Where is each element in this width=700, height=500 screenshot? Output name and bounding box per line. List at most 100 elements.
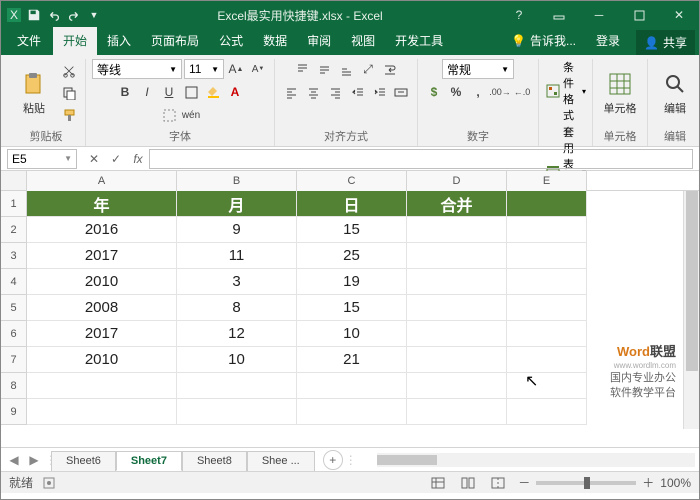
row-header-6[interactable]: 6 bbox=[1, 321, 27, 347]
view-normal-button[interactable] bbox=[428, 473, 448, 493]
share-button[interactable]: 👤共享 bbox=[636, 30, 695, 55]
cancel-fx-button[interactable]: ✕ bbox=[83, 149, 105, 169]
view-pagebreak-button[interactable] bbox=[488, 473, 508, 493]
row-header-9[interactable]: 9 bbox=[1, 399, 27, 425]
cell[interactable]: 2010 bbox=[27, 269, 177, 295]
cell[interactable]: 年 bbox=[27, 191, 177, 217]
cell[interactable] bbox=[407, 243, 507, 269]
col-header-B[interactable]: B bbox=[177, 171, 297, 191]
name-box[interactable]: E5▼ bbox=[7, 149, 77, 169]
cell[interactable] bbox=[507, 373, 587, 399]
comma-button[interactable]: , bbox=[468, 82, 488, 102]
minimize-button[interactable]: ─ bbox=[579, 1, 619, 29]
cell[interactable] bbox=[177, 399, 297, 425]
sheet-tab[interactable]: Sheet7 bbox=[116, 451, 182, 471]
cell[interactable]: 2008 bbox=[27, 295, 177, 321]
tab-layout[interactable]: 页面布局 bbox=[141, 27, 209, 55]
align-right-button[interactable] bbox=[325, 82, 345, 102]
align-center-button[interactable] bbox=[303, 82, 323, 102]
percent-button[interactable]: % bbox=[446, 82, 466, 102]
conditional-format-button[interactable]: 条件格式▾ bbox=[545, 59, 586, 123]
shrink-font-button[interactable]: A▼ bbox=[248, 59, 268, 79]
cell[interactable]: 15 bbox=[297, 295, 407, 321]
tab-dev[interactable]: 开发工具 bbox=[385, 27, 453, 55]
help-button[interactable]: ? bbox=[499, 1, 539, 29]
borders-dropdown[interactable] bbox=[159, 105, 179, 125]
decrease-indent-button[interactable] bbox=[347, 82, 367, 102]
decrease-decimal-button[interactable]: ←.0 bbox=[512, 82, 532, 102]
zoom-level[interactable]: 100% bbox=[660, 476, 691, 490]
align-middle-button[interactable] bbox=[314, 59, 334, 79]
tab-insert[interactable]: 插入 bbox=[97, 27, 141, 55]
view-layout-button[interactable] bbox=[458, 473, 478, 493]
fill-color-button[interactable] bbox=[203, 82, 223, 102]
cell[interactable]: 8 bbox=[177, 295, 297, 321]
cell[interactable]: 日 bbox=[297, 191, 407, 217]
bold-button[interactable]: B bbox=[115, 82, 135, 102]
cell[interactable]: 21 bbox=[297, 347, 407, 373]
row-header-5[interactable]: 5 bbox=[1, 295, 27, 321]
select-all-corner[interactable] bbox=[1, 171, 27, 190]
font-name-select[interactable]: 等线▼ bbox=[92, 59, 182, 79]
cell[interactable]: 12 bbox=[177, 321, 297, 347]
tab-home[interactable]: 开始 bbox=[53, 27, 97, 55]
col-header-D[interactable]: D bbox=[407, 171, 507, 191]
macro-record-icon[interactable] bbox=[43, 477, 55, 489]
cell[interactable]: 2016 bbox=[27, 217, 177, 243]
qat-more-icon[interactable]: ▼ bbox=[87, 8, 101, 22]
close-button[interactable]: ✕ bbox=[659, 1, 699, 29]
formula-input[interactable] bbox=[149, 149, 693, 169]
align-top-button[interactable] bbox=[292, 59, 312, 79]
vscroll-thumb[interactable] bbox=[686, 191, 698, 371]
fx-icon[interactable]: fx bbox=[127, 149, 149, 169]
hscroll-thumb[interactable] bbox=[377, 455, 437, 465]
cell[interactable] bbox=[297, 373, 407, 399]
format-painter-button[interactable] bbox=[59, 105, 79, 125]
add-sheet-button[interactable]: + bbox=[323, 450, 343, 470]
sheet-tab[interactable]: Shee ... bbox=[247, 451, 315, 471]
col-header-C[interactable]: C bbox=[297, 171, 407, 191]
row-header-4[interactable]: 4 bbox=[1, 269, 27, 295]
phonetic-button[interactable]: wén bbox=[181, 105, 201, 125]
cell[interactable] bbox=[507, 243, 587, 269]
cell[interactable]: 15 bbox=[297, 217, 407, 243]
align-left-button[interactable] bbox=[281, 82, 301, 102]
cell[interactable]: 合并 bbox=[407, 191, 507, 217]
vertical-scrollbar[interactable] bbox=[683, 191, 699, 429]
underline-button[interactable]: U bbox=[159, 82, 179, 102]
cell[interactable]: 10 bbox=[177, 347, 297, 373]
tab-view[interactable]: 视图 bbox=[341, 27, 385, 55]
font-color-button[interactable]: A bbox=[225, 82, 245, 102]
cell[interactable] bbox=[507, 347, 587, 373]
zoom-slider[interactable] bbox=[536, 481, 636, 485]
cell[interactable] bbox=[507, 399, 587, 425]
cell[interactable] bbox=[407, 373, 507, 399]
editing-button[interactable]: 编辑 bbox=[654, 68, 696, 118]
cell[interactable]: 9 bbox=[177, 217, 297, 243]
cell[interactable] bbox=[507, 217, 587, 243]
orientation-button[interactable]: ⤢ bbox=[358, 59, 378, 79]
sheet-nav-prev[interactable]: ◀ bbox=[5, 451, 23, 469]
increase-decimal-button[interactable]: .00→ bbox=[490, 82, 510, 102]
grow-font-button[interactable]: A▲ bbox=[226, 59, 246, 79]
merge-button[interactable] bbox=[391, 82, 411, 102]
tab-review[interactable]: 审阅 bbox=[297, 27, 341, 55]
cell[interactable] bbox=[407, 295, 507, 321]
cells-button[interactable]: 单元格 bbox=[599, 68, 641, 118]
row-header-7[interactable]: 7 bbox=[1, 347, 27, 373]
undo-icon[interactable] bbox=[47, 8, 61, 22]
row-header-2[interactable]: 2 bbox=[1, 217, 27, 243]
tell-me[interactable]: 💡告诉我... bbox=[501, 27, 586, 55]
cell[interactable] bbox=[407, 347, 507, 373]
save-icon[interactable] bbox=[27, 8, 41, 22]
tab-data[interactable]: 数据 bbox=[253, 27, 297, 55]
border-button[interactable] bbox=[181, 82, 201, 102]
ribbon-options-button[interactable] bbox=[539, 1, 579, 29]
cell[interactable] bbox=[27, 399, 177, 425]
increase-indent-button[interactable] bbox=[369, 82, 389, 102]
tab-formula[interactable]: 公式 bbox=[209, 27, 253, 55]
cell[interactable]: 2010 bbox=[27, 347, 177, 373]
row-header-8[interactable]: 8 bbox=[1, 373, 27, 399]
cell[interactable] bbox=[507, 295, 587, 321]
cell[interactable] bbox=[507, 269, 587, 295]
